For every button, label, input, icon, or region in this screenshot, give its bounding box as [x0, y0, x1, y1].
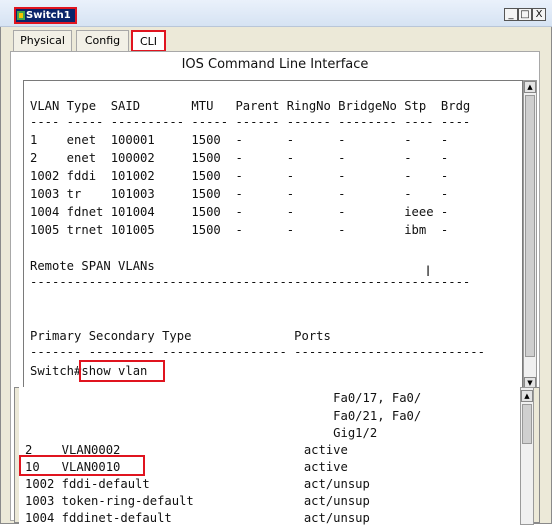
cli-line: 1004 fdnet 101004 1500 - - - ieee - [30, 205, 449, 219]
tab-config[interactable]: Config [76, 30, 129, 52]
text-cursor-icon: I [426, 264, 431, 280]
tab-physical[interactable]: Physical [13, 30, 72, 52]
command-highlight [79, 360, 165, 382]
cli-line: 1003 token-ring-default act/unsup [25, 494, 370, 508]
cli-line: ----------------------------------------… [30, 275, 471, 289]
cli-line: ---- ----- ---------- ----- ------ -----… [30, 115, 471, 129]
title-bar[interactable] [0, 0, 552, 27]
cli-line: 1 enet 100001 1500 - - - - - [30, 133, 449, 147]
vlan10-highlight [19, 455, 145, 476]
cli-line: ------- --------- ----------------- ----… [30, 345, 485, 359]
cli-scrollbar[interactable]: ▲ ▼ [523, 80, 537, 390]
switch-app-icon [17, 11, 25, 20]
panel-title: IOS Command Line Interface [181, 57, 369, 72]
cli-line: 1003 tr 101003 1500 - - - - - [30, 187, 449, 201]
scroll-thumb[interactable] [525, 95, 535, 357]
cli-line: 1002 fddi-default act/unsup [25, 477, 370, 491]
window-title: Switch1 [26, 10, 71, 21]
cli-scrollbar-2[interactable]: ▲ [520, 387, 534, 525]
scroll-up-icon[interactable]: ▲ [521, 390, 533, 402]
maximize-button[interactable]: □ [518, 8, 532, 21]
minimize-button[interactable]: _ [504, 8, 518, 21]
tab-cli[interactable]: CLI [131, 30, 166, 52]
cli-line: 2 enet 100002 1500 - - - - - [30, 151, 449, 165]
cli-line: 1004 fddinet-default act/unsup [25, 511, 370, 525]
cli-line: 1002 fddi 101002 1500 - - - - - [30, 169, 449, 183]
cli-line: Fa0/21, Fa0/ [25, 409, 422, 423]
close-button[interactable]: X [532, 8, 546, 21]
window-title-highlight: Switch1 [14, 7, 77, 24]
cli-terminal[interactable]: VLAN Type SAID MTU Parent RingNo BridgeN… [23, 80, 523, 390]
cli-line: Gig1/2 [25, 426, 378, 440]
scroll-thumb[interactable] [522, 404, 532, 444]
cli-line: Fa0/17, Fa0/ [25, 391, 422, 405]
scroll-up-icon[interactable]: ▲ [524, 81, 536, 93]
cli-line: 1005 trnet 101005 1500 - - - ibm - [30, 223, 449, 237]
